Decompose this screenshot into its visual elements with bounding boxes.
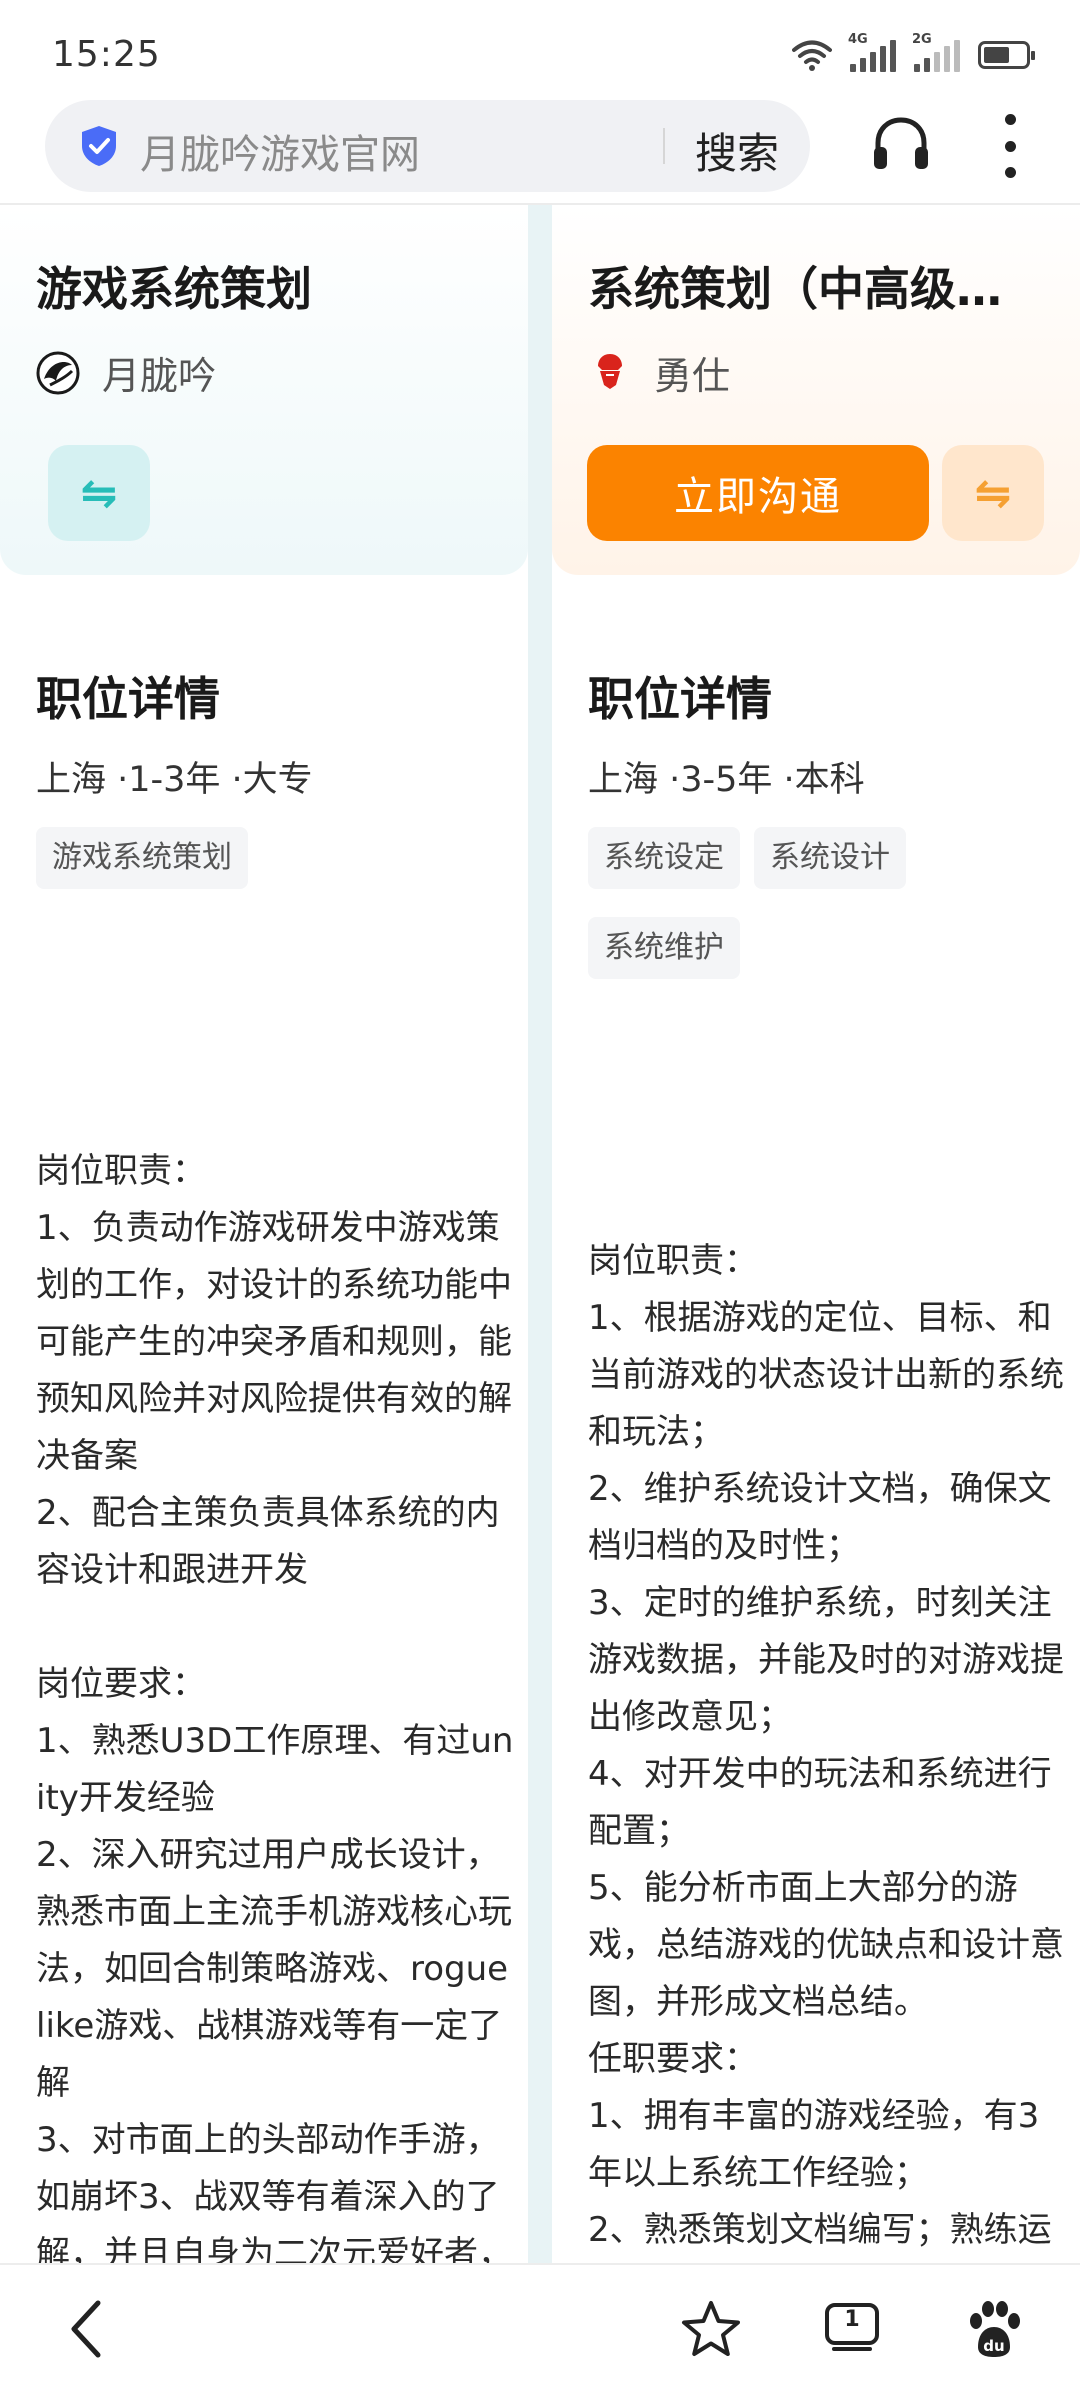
svg-text:du: du bbox=[983, 2337, 1004, 2355]
skill-tag: 系统维护 bbox=[588, 917, 740, 979]
section-title: 职位详情 bbox=[36, 672, 220, 726]
headset-icon[interactable] bbox=[870, 113, 932, 175]
site-name[interactable]: 月胧吟游戏官网 bbox=[140, 122, 420, 180]
tag-list: 系统设定 系统设计 系统维护 bbox=[588, 827, 1058, 979]
job-description: 岗位职责： 1、负责动作游戏研发中游戏策划的工作，对设计的系统功能中可能产生的冲… bbox=[36, 1151, 514, 2263]
baidu-paw-icon[interactable]: du bbox=[964, 2299, 1024, 2361]
status-time: 15:25 bbox=[52, 34, 161, 75]
search-divider bbox=[663, 128, 665, 164]
address-bar[interactable]: 月胧吟游戏官网 搜索 bbox=[45, 100, 810, 192]
search-button[interactable]: 搜索 bbox=[695, 120, 779, 181]
tabs-button[interactable]: 1 bbox=[822, 2299, 882, 2359]
job-meta: 上海 ·3-5年 ·本科 bbox=[588, 760, 865, 800]
chat-now-button[interactable]: 立即沟通 bbox=[587, 445, 929, 541]
job-card-left[interactable]: 游戏系统策划 月胧吟 ⇋ 职位详情 上海 ·1-3年 ·大专 游戏系统策划 岗位… bbox=[0, 205, 528, 2263]
tag-list: 游戏系统策划 bbox=[36, 827, 506, 889]
shield-check-icon bbox=[82, 126, 116, 166]
compare-button[interactable]: ⇋ bbox=[942, 445, 1044, 541]
company-row[interactable]: 月胧吟 bbox=[36, 345, 216, 400]
company-name: 勇仕 bbox=[654, 354, 731, 398]
bottom-nav: 1 du bbox=[0, 2263, 1080, 2390]
chevron-left-icon[interactable] bbox=[66, 2299, 106, 2359]
skill-tag: 游戏系统策划 bbox=[36, 827, 248, 889]
skill-tag: 系统设定 bbox=[588, 827, 740, 889]
job-title: 系统策划（中高级… bbox=[588, 262, 1002, 316]
tabs-count: 1 bbox=[844, 2307, 860, 2332]
job-header-right: 系统策划（中高级… 勇仕 立即沟通 ⇋ bbox=[552, 205, 1080, 575]
status-bar: 15:25 4G 2G bbox=[0, 0, 1080, 100]
company-logo-icon bbox=[598, 353, 622, 389]
section-title: 职位详情 bbox=[588, 672, 772, 726]
signal-2g-icon: 2G bbox=[912, 32, 960, 72]
compare-button[interactable]: ⇋ bbox=[48, 445, 150, 541]
job-description: 岗位职责： 1、根据游戏的定位、目标、和当前游戏的状态设计出新的系统和玩法； 2… bbox=[588, 1241, 1064, 2250]
signal-4g-icon: 4G bbox=[848, 32, 896, 72]
job-title: 游戏系统策划 bbox=[36, 262, 312, 316]
signal-4g-label: 4G bbox=[848, 32, 868, 47]
signal-2g-label: 2G bbox=[912, 32, 932, 47]
battery-level bbox=[984, 47, 1009, 63]
job-header-left: 游戏系统策划 月胧吟 ⇋ bbox=[0, 205, 528, 575]
skill-tag: 系统设计 bbox=[754, 827, 906, 889]
more-vertical-icon[interactable] bbox=[990, 114, 1030, 178]
job-card-right[interactable]: 系统策划（中高级… 勇仕 立即沟通 ⇋ 职位详情 上海 ·3-5年 ·本科 系统… bbox=[552, 205, 1080, 2263]
star-icon[interactable] bbox=[680, 2299, 742, 2359]
wifi-icon bbox=[792, 40, 832, 71]
swap-icon: ⇋ bbox=[974, 467, 1012, 519]
company-name: 月胧吟 bbox=[102, 354, 217, 398]
job-meta: 上海 ·1-3年 ·大专 bbox=[36, 760, 313, 800]
status-icons: 4G 2G bbox=[792, 32, 1035, 72]
company-row[interactable]: 勇仕 bbox=[588, 345, 730, 400]
company-logo-icon bbox=[36, 351, 80, 394]
battery-icon bbox=[978, 41, 1035, 69]
swap-icon: ⇋ bbox=[80, 467, 118, 519]
column-divider bbox=[528, 205, 552, 2263]
